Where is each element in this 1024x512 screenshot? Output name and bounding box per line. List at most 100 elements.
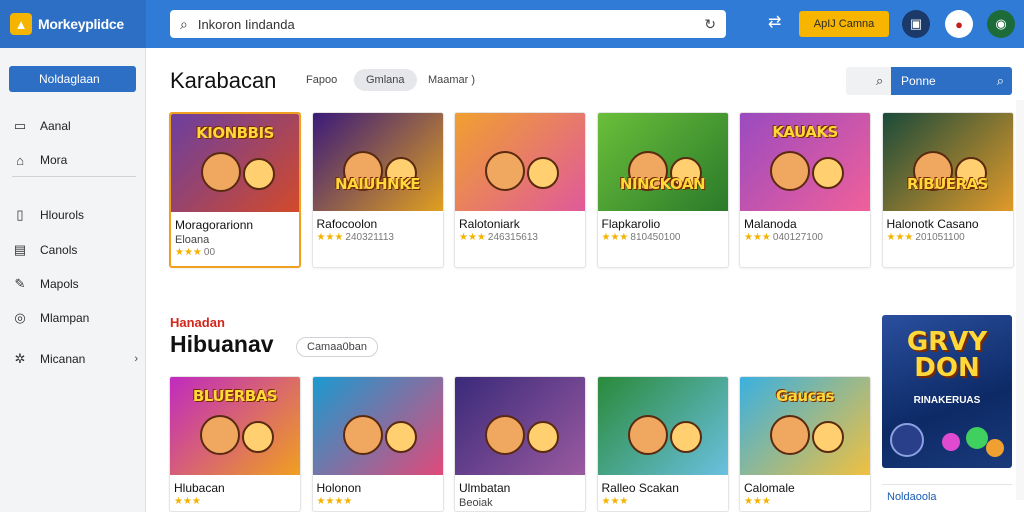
filter-chip[interactable]: Maamar )	[416, 69, 487, 91]
game-card[interactable]: KAUAKS Malanoda ★★★ 040127100	[739, 112, 871, 268]
game-logo-text: NINCKOAN	[619, 175, 706, 193]
promo-title-line: DON	[914, 353, 980, 383]
game-meta: 810450100	[630, 232, 681, 243]
sidebar-item-label: Mapols	[40, 277, 79, 291]
game-logo-text: BLUERBAS	[192, 387, 278, 405]
search-bar[interactable]: ⌕ ↻	[170, 10, 726, 38]
sidebar-primary-button[interactable]: Noldaglaan	[9, 66, 136, 92]
rating-row: ★★★ 201051100	[883, 231, 1013, 243]
character-art	[770, 151, 810, 191]
refresh-icon[interactable]: ↻	[704, 16, 716, 33]
notification-icon[interactable]: ●	[945, 10, 973, 38]
game-card[interactable]: Gaucas Calomale ★★★	[739, 376, 871, 512]
promo-banner[interactable]: GRVY DON RINAKERUAS	[882, 315, 1012, 468]
character-art	[627, 415, 668, 455]
search-icon: ⌕	[180, 15, 188, 32]
game-card[interactable]: BLUERBAS Hlubacan ★★★	[169, 376, 301, 512]
character-art	[812, 421, 844, 453]
game-logo-text: Gaucas	[775, 387, 835, 405]
game-logo-text: KIONBBIS	[196, 124, 274, 142]
game-thumbnail	[597, 377, 728, 475]
logo-icon: ▲	[10, 13, 32, 35]
rating-row: ★★★ 240321113	[313, 231, 443, 243]
document-icon: ▤	[13, 242, 27, 257]
circle-icon: ◎	[14, 310, 26, 325]
game-card[interactable]: KIONBBIS Moragorarionn Eloana ★★★ 00	[169, 112, 301, 268]
character-art	[485, 415, 525, 455]
character-art	[342, 415, 383, 455]
sidebar-item-7[interactable]: ✲ Micanan ›	[12, 347, 138, 371]
game-card[interactable]: NINCKOAN Flapkarolio ★★★ 810450100	[596, 112, 729, 268]
avatar[interactable]: ◉	[987, 10, 1015, 38]
search-input[interactable]	[197, 16, 695, 32]
sidebar-item-label: Mlampan	[40, 311, 90, 325]
game-card[interactable]: Ralotoniark ★★★ 246315613	[454, 112, 586, 268]
game-meta: 246315613	[487, 232, 538, 243]
sidebar-item-2[interactable]: ⌂ Mora	[12, 148, 138, 172]
promo-caption[interactable]: Noldaoola	[882, 484, 1012, 512]
sidebar-item-4[interactable]: ▤ Canols	[12, 238, 138, 262]
game-thumbnail: RIBUERAS	[882, 113, 1013, 211]
game-subtitle: Beoiak	[459, 497, 493, 509]
sidebar-item-label: Hlourols	[40, 208, 85, 222]
promo-character	[890, 423, 924, 457]
rating-row: ★★★ 810450100	[598, 231, 728, 243]
character-art	[200, 415, 240, 455]
game-subtitle: Eloana	[175, 234, 210, 246]
game-thumbnail	[455, 377, 585, 475]
game-logo-text: RIBUERAS	[907, 175, 988, 193]
sidebar-item-3[interactable]: ▯ Hlourols	[12, 203, 138, 227]
star-rating: ★★★	[174, 496, 201, 507]
game-card[interactable]: Ralleo Scakan ★★★	[596, 376, 729, 512]
section-title: Karabacan	[170, 68, 277, 93]
sidebar-item-5[interactable]: ✎ Mapols	[12, 272, 138, 296]
game-meta: 201051100	[915, 232, 965, 243]
sidebar-divider	[12, 176, 136, 177]
game-card[interactable]: Ulmbatan Beoiak	[454, 376, 586, 512]
app-logo[interactable]: ▲ Morkeyplidce	[0, 0, 146, 48]
sidebar-item-label: Canols	[40, 243, 78, 257]
filter-chip-active[interactable]: Gmlana	[354, 69, 417, 91]
promo-title: GRVY DON	[882, 329, 1012, 381]
sort-button[interactable]: Ponne ⌕	[891, 67, 1012, 95]
game-title: Ralotoniark	[459, 217, 520, 231]
apply-button[interactable]: ApIJ Camna	[799, 11, 889, 37]
star-rating: ★★★	[316, 232, 344, 243]
controller-icon[interactable]: ▣	[902, 10, 930, 38]
character-art	[243, 158, 275, 190]
character-art	[527, 421, 559, 453]
game-title: Calomale	[744, 481, 795, 495]
section-eyebrow: Hanadan	[170, 315, 225, 330]
star-rating: ★★★	[601, 496, 629, 507]
scrollbar[interactable]	[1016, 100, 1024, 500]
sidebar-item-6[interactable]: ◎ Mlampan	[12, 306, 138, 330]
rating-row: ★★★ 00	[171, 246, 299, 258]
character-art	[527, 157, 559, 189]
rating-row: ★★★	[170, 495, 300, 507]
game-card[interactable]: NAIUHNKE Rafocoolon ★★★ 240321113	[311, 112, 444, 268]
filter-chip[interactable]: Fapoo	[294, 69, 349, 91]
promo-title-line: GRVY	[906, 327, 988, 357]
game-card[interactable]: Holonon ★★★★	[311, 376, 444, 512]
game-meta: 00	[203, 247, 216, 258]
promo-subtitle: RINAKERUAS	[913, 395, 981, 406]
search-icon: ⌕	[996, 73, 1004, 88]
character-art	[770, 415, 810, 455]
character-art	[812, 157, 844, 189]
sidebar-item-1[interactable]: ▭ Aanal	[12, 114, 138, 138]
game-meta: 240321113	[345, 232, 394, 243]
category-chip[interactable]: Camaa0ban	[296, 337, 378, 357]
rating-row: ★★★ 040127100	[740, 231, 870, 243]
pencil-icon: ✎	[14, 276, 26, 291]
chevron-right-icon: ›	[134, 353, 138, 365]
game-thumbnail	[312, 377, 443, 475]
star-rating: ★★★	[601, 232, 629, 243]
app-name: Morkeyplidce	[38, 16, 124, 32]
archive-icon: ▯	[16, 207, 24, 222]
home-icon: ⌂	[16, 152, 24, 168]
section-title: Hibuanav	[170, 331, 274, 357]
star-rating: ★★★	[886, 232, 914, 243]
game-thumbnail	[455, 113, 585, 211]
game-card[interactable]: RIBUERAS Halonotk Casano ★★★ 201051100	[881, 112, 1014, 268]
sync-icon[interactable]: ⇄	[768, 12, 781, 32]
